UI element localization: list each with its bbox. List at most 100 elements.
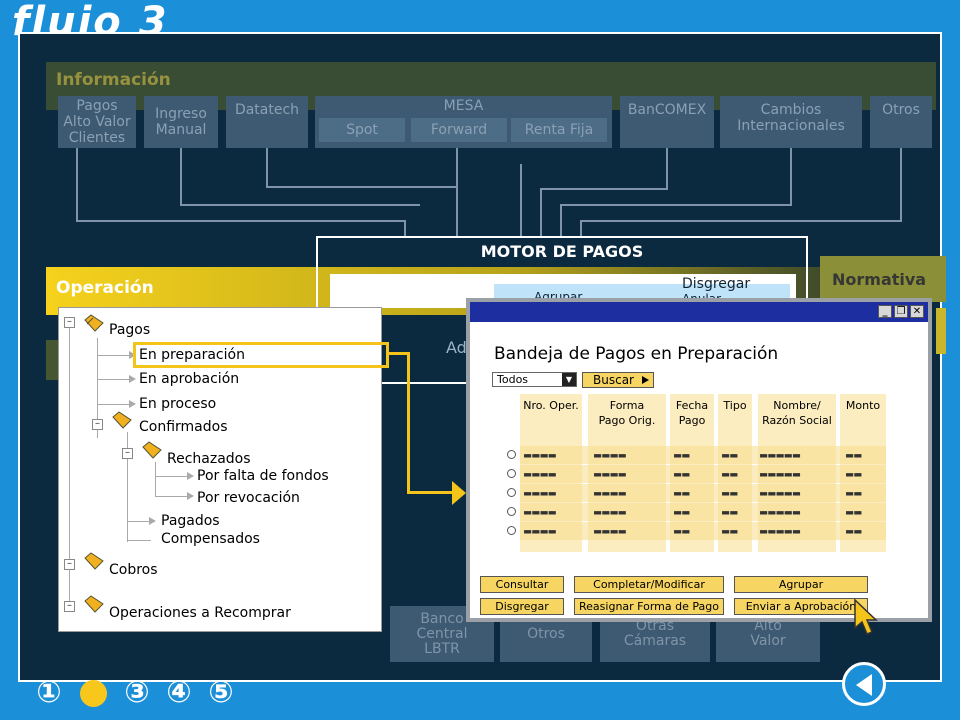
back-button[interactable]: [842, 662, 886, 706]
tree-item-rechazados[interactable]: Rechazados: [167, 451, 251, 467]
step-2-button-current[interactable]: [80, 680, 107, 707]
collapse-toggle-cobros[interactable]: –: [64, 559, 75, 570]
cell-placeholder: ▬▬: [674, 486, 691, 500]
tree-item-en-proceso[interactable]: En proceso: [139, 396, 216, 412]
cell-placeholder: ▬▬: [722, 467, 739, 481]
source-datatech: Datatech: [226, 96, 308, 148]
row-radio[interactable]: [507, 450, 516, 459]
connector-line: [266, 148, 268, 188]
tree-item-confirmados[interactable]: Confirmados: [139, 419, 228, 435]
row-radio[interactable]: [507, 526, 516, 535]
source-cambios-internacionales: Cambios Internacionales: [720, 96, 862, 148]
cell-placeholder: ▬▬▬▬▬: [760, 467, 802, 481]
connector-arrowhead: [452, 481, 466, 505]
disgregar-button[interactable]: Disgregar: [480, 598, 564, 615]
step-3-button[interactable]: ③: [120, 676, 154, 710]
window-title: Bandeja de Pagos en Preparación: [494, 344, 779, 364]
cell-placeholder: ▬▬▬▬: [594, 467, 627, 481]
mesa-spot: Spot: [319, 118, 405, 142]
connector-line: [76, 148, 78, 222]
restore-icon[interactable]: ❐: [894, 305, 908, 318]
connector-line: [180, 204, 420, 206]
folder-icon: [84, 552, 104, 570]
operacion-label: Operación: [56, 278, 154, 298]
cell-placeholder: ▬▬▬▬: [594, 524, 627, 538]
cell-placeholder: ▬▬▬▬: [594, 505, 627, 519]
filter-dropdown-value: Todos: [497, 373, 529, 386]
filter-dropdown[interactable]: Todos ▼: [492, 372, 577, 387]
cell-placeholder: ▬▬▬▬: [524, 486, 557, 500]
mesa-label: MESA: [443, 98, 484, 114]
column-header: Forma Pago Orig.: [598, 399, 656, 427]
step-4-button[interactable]: ④: [162, 676, 196, 710]
connector-line: [456, 148, 458, 238]
collapse-toggle-confirmados[interactable]: –: [92, 419, 103, 430]
consultar-button[interactable]: Consultar: [480, 576, 564, 593]
cell-placeholder: ▬▬: [846, 448, 863, 462]
step-5-button[interactable]: ⑤: [204, 676, 238, 710]
minimize-icon[interactable]: _: [878, 305, 892, 318]
step-1-button[interactable]: ①: [32, 676, 66, 710]
row-radio[interactable]: [507, 507, 516, 516]
enviar-a-aprobacion-button[interactable]: Enviar a Aprobación: [734, 598, 868, 615]
reasignar-forma-pago-button[interactable]: Reasignar Forma de Pago: [574, 598, 724, 615]
tree-line: [127, 521, 151, 522]
tree-line: [97, 404, 131, 405]
cell-placeholder: ▬▬: [722, 486, 739, 500]
column-header: Fecha Pago: [675, 399, 709, 427]
completar-modificar-button[interactable]: Completar/Modificar: [574, 576, 724, 593]
cell-placeholder: ▬▬▬▬: [524, 467, 557, 481]
cell-placeholder: ▬▬▬▬: [524, 505, 557, 519]
tree-item-en-aprobacion[interactable]: En aprobación: [139, 371, 239, 387]
motor-disgregar: Disgregar: [682, 276, 751, 292]
tree-item-compensados[interactable]: Compensados: [161, 531, 260, 547]
connector-line: [520, 164, 522, 238]
tree-item-pagados[interactable]: Pagados: [161, 513, 220, 529]
collapse-toggle-rechazados[interactable]: –: [122, 448, 133, 459]
connector-line: [76, 220, 406, 222]
source-otros: Otros: [870, 96, 932, 148]
buscar-button[interactable]: Buscar: [582, 372, 654, 388]
cell-placeholder: ▬▬: [674, 448, 691, 462]
tree-item-operaciones-a-recomprar[interactable]: Operaciones a Recomprar: [109, 605, 291, 621]
table-row[interactable]: [520, 446, 886, 464]
cell-placeholder: ▬▬▬▬▬: [760, 448, 802, 462]
tree-item-pagos[interactable]: Pagos: [109, 322, 150, 338]
row-radio[interactable]: [507, 469, 516, 478]
normativa-label: Normativa: [832, 270, 927, 289]
mesa-renta-fija: Renta Fija: [511, 118, 607, 142]
table-row[interactable]: [520, 484, 886, 502]
cell-placeholder: ▬▬: [722, 524, 739, 538]
collapse-toggle-recomprar[interactable]: –: [64, 601, 75, 612]
table-row[interactable]: [520, 503, 886, 521]
connector-line: [790, 148, 792, 206]
motor-title: MOTOR DE PAGOS: [480, 242, 644, 261]
tree-item-por-falta-de-fondos[interactable]: Por falta de fondos: [197, 468, 329, 484]
agrupar-button[interactable]: Agrupar: [734, 576, 868, 593]
table-row[interactable]: [520, 465, 886, 483]
connector-line: [580, 220, 902, 222]
window-titlebar[interactable]: _ ❐ ✕: [470, 302, 928, 322]
row-radio[interactable]: [507, 488, 516, 497]
tree-line: [155, 462, 156, 496]
cell-placeholder: ▬▬: [674, 467, 691, 481]
arrow-icon: [187, 472, 194, 480]
cell-placeholder: ▬▬: [722, 505, 739, 519]
chevron-down-icon[interactable]: ▼: [562, 373, 576, 386]
arrow-icon: [129, 400, 136, 408]
mesa-forward: Forward: [411, 118, 507, 142]
arrow-icon: [129, 375, 136, 383]
collapse-toggle-pagos[interactable]: –: [64, 317, 75, 328]
folder-icon: [112, 411, 132, 429]
close-icon[interactable]: ✕: [910, 305, 924, 318]
tree-item-por-revocacion[interactable]: Por revocación: [197, 490, 300, 506]
table-row[interactable]: [520, 522, 886, 540]
cell-placeholder: ▬▬: [846, 486, 863, 500]
cell-placeholder: ▬▬: [846, 505, 863, 519]
column-header: Nro. Oper.: [523, 399, 579, 412]
tree-item-cobros[interactable]: Cobros: [109, 562, 158, 578]
connector-line: [540, 188, 668, 190]
arrow-icon: [149, 517, 156, 525]
cell-placeholder: ▬▬: [846, 524, 863, 538]
informacion-label: Información: [56, 70, 171, 90]
